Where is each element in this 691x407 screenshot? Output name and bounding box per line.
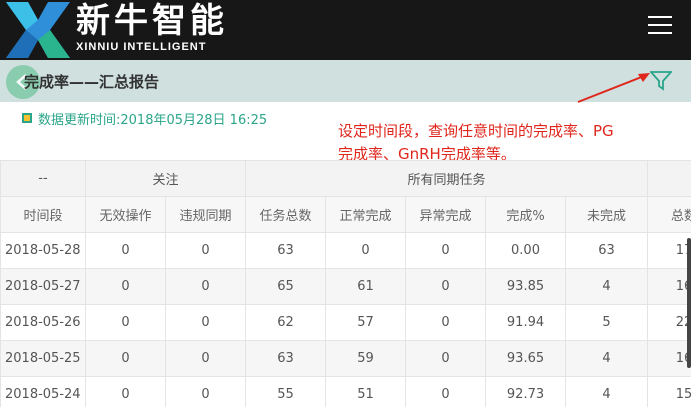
cell: 91.94: [485, 304, 567, 341]
cell: 0: [325, 232, 407, 269]
cell: 0: [164, 268, 247, 305]
update-row: 数据更新时间:2018年05月28日 16:25 设定时间段，查询任意时间的完成…: [0, 102, 691, 163]
cell: 15: [647, 376, 691, 407]
col-header-task-total: 任务总数: [245, 196, 327, 233]
cell: 57: [325, 304, 407, 341]
table-column-header-row: 时间段 无效操作 违规同期 任务总数 正常完成 异常完成 完成% 未完成 总数: [0, 196, 691, 233]
table-row[interactable]: 2018-05-26 0 0 62 57 0 91.94 5 22: [0, 304, 691, 341]
hamburger-menu-icon[interactable]: [648, 16, 674, 38]
cell: 0: [85, 376, 166, 407]
app-header: 新牛智能 XINNIU INTELLIGENT: [0, 0, 691, 60]
cell: 62: [245, 304, 327, 341]
group-header-attention: 关注: [84, 160, 247, 197]
cell: 4: [565, 268, 649, 305]
update-time-icon: [22, 113, 32, 123]
cell: 63: [245, 232, 327, 269]
brand-name-cn: 新牛智能: [76, 1, 228, 41]
brand-name-en: XINNIU INTELLIGENT: [76, 41, 207, 53]
col-header-abnormal-done: 异常完成: [405, 196, 487, 233]
cell: 22: [647, 304, 691, 341]
cell: 0: [85, 340, 166, 377]
cell: 0: [164, 304, 247, 341]
cell: 4: [565, 340, 649, 377]
cell: 0: [405, 268, 487, 305]
data-update-time: 数据更新时间:2018年05月28日 16:25: [38, 113, 268, 128]
xinniu-logo-icon: [6, 2, 70, 58]
summary-table-container[interactable]: -- 关注 所有同期任务 时间段 无效操作 违规同期 任务总数 正常完成 异常完…: [0, 160, 691, 407]
filter-funnel-icon[interactable]: [650, 71, 672, 91]
cell-date: 2018-05-28: [0, 232, 86, 269]
table-row[interactable]: 2018-05-28 0 0 63 0 0 0.00 63 17: [0, 232, 691, 269]
cell-date: 2018-05-27: [0, 268, 86, 305]
cell: 0: [405, 232, 487, 269]
cell: 0: [405, 340, 487, 377]
table-row[interactable]: 2018-05-27 0 0 65 61 0 93.85 4 16: [0, 268, 691, 305]
cell: 59: [325, 340, 407, 377]
cell: 0.00: [485, 232, 567, 269]
cell: 65: [245, 268, 327, 305]
cell: 0: [164, 376, 247, 407]
cell: 0: [405, 304, 487, 341]
cell-date: 2018-05-25: [0, 340, 86, 377]
vertical-scrollbar[interactable]: [687, 238, 691, 368]
cell: 4: [565, 376, 649, 407]
cell: 55: [245, 376, 327, 407]
annotation-arrow-icon: [577, 73, 650, 103]
cell: 0: [405, 376, 487, 407]
group-header-extra: [647, 160, 691, 197]
table-group-header-row: -- 关注 所有同期任务: [0, 160, 691, 197]
cell: 0: [164, 232, 247, 269]
cell: 63: [565, 232, 649, 269]
cell: 16: [647, 340, 691, 377]
cell: 51: [325, 376, 407, 407]
cell: 92.73: [485, 376, 567, 407]
cell-date: 2018-05-26: [0, 304, 86, 341]
table-row[interactable]: 2018-05-25 0 0 63 59 0 93.65 4 16: [0, 340, 691, 377]
cell: 16: [647, 268, 691, 305]
col-header-period: 时间段: [0, 196, 86, 233]
group-header-period: --: [0, 160, 86, 197]
cell: 63: [245, 340, 327, 377]
col-header-completion-pct: 完成%: [485, 196, 567, 233]
cell: 61: [325, 268, 407, 305]
cell: 0: [164, 340, 247, 377]
col-header-total: 总数: [647, 196, 691, 233]
cell: 5: [565, 304, 649, 341]
table-row[interactable]: 2018-05-24 0 0 55 51 0 92.73 4 15: [0, 376, 691, 407]
col-header-normal-done: 正常完成: [325, 196, 407, 233]
page-title: 完成率——汇总报告: [24, 73, 160, 91]
annotation-line-1: 设定时间段，查询任意时间的完成率、PG: [338, 122, 614, 140]
cell: 0: [85, 304, 166, 341]
cell: 93.65: [485, 340, 567, 377]
cell: 93.85: [485, 268, 567, 305]
cell-date: 2018-05-24: [0, 376, 86, 407]
summary-table: -- 关注 所有同期任务 时间段 无效操作 违规同期 任务总数 正常完成 异常完…: [0, 160, 691, 407]
cell: 0: [85, 232, 166, 269]
col-header-invalid-ops: 无效操作: [85, 196, 166, 233]
cell: 0: [85, 268, 166, 305]
group-header-all-tasks: 所有同期任务: [245, 160, 649, 197]
col-header-not-done: 未完成: [565, 196, 649, 233]
cell: 17: [647, 232, 691, 269]
col-header-violations: 违规同期: [164, 196, 247, 233]
